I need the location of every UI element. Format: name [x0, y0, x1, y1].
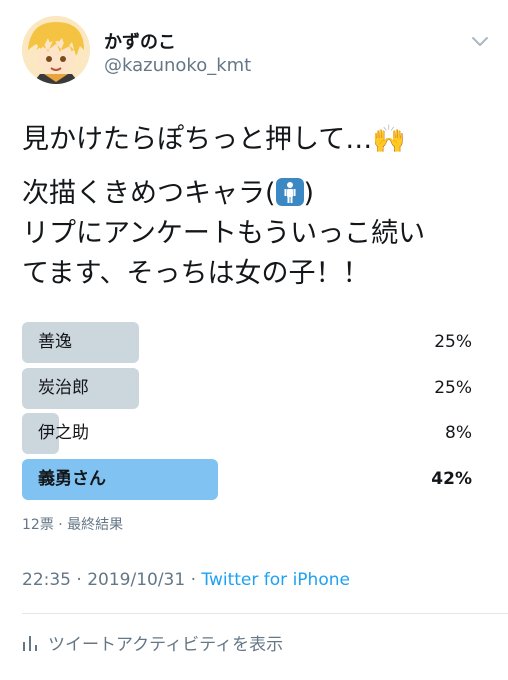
poll: 善逸 25% 炭治郎 25% 伊之助 8% 義勇さん 42%	[22, 322, 472, 504]
poll-option-label: 義勇さん	[38, 468, 106, 489]
person-standing-emoji-icon	[275, 178, 304, 206]
poll-option: 炭治郎 25%	[22, 367, 472, 410]
poll-option-label: 炭治郎	[38, 377, 89, 398]
poll-option: 善逸 25%	[22, 322, 472, 364]
poll-option: 伊之助 8%	[22, 413, 472, 455]
tweet-text: 見かけたらぽちっと押して…🙌 次描くきめつキャラ() リプにアンケートもういっこ…	[22, 120, 492, 294]
source-link[interactable]: Twitter for iPhone	[201, 570, 350, 590]
tweet-line-2: 次描くきめつキャラ()	[22, 174, 492, 214]
analytics-link[interactable]: ツイートアクティビティを表示	[22, 630, 283, 655]
poll-option-winner: 義勇さん 42%	[22, 458, 472, 501]
user-handle[interactable]: @kazunoko_kmt	[104, 55, 251, 76]
tweet-line-4: てます、そっちは女の子！！	[22, 258, 370, 289]
poll-option-percent: 42%	[431, 468, 472, 489]
avatar[interactable]	[22, 16, 90, 84]
chevron-down-icon[interactable]	[470, 34, 490, 48]
poll-option-label: 伊之助	[38, 423, 89, 443]
display-name[interactable]: かずのこ	[104, 28, 176, 54]
time-date: 22:35 · 2019/10/31 ·	[22, 570, 202, 590]
tweet-line-3: リプにアンケートもういっこ続い	[22, 218, 426, 249]
tweet-line-2-text: 次描くきめつキャラ(	[22, 178, 276, 209]
poll-option-percent: 25%	[434, 377, 472, 398]
analytics-label: ツイートアクティビティを表示	[48, 635, 284, 655]
poll-option-label: 善逸	[38, 332, 72, 352]
poll-option-percent: 25%	[434, 332, 472, 352]
poll-meta: 12票 · 最終結果	[22, 517, 124, 533]
poll-option-percent: 8%	[445, 423, 472, 443]
tweet-line-1: 見かけたらぽちっと押して…🙌	[22, 124, 406, 155]
tweet-line-2-close: )	[303, 178, 315, 209]
bar-chart-icon	[23, 635, 37, 651]
divider	[22, 613, 508, 614]
tweet-timestamp: 22:35 · 2019/10/31 · Twitter for iPhone	[22, 570, 350, 590]
